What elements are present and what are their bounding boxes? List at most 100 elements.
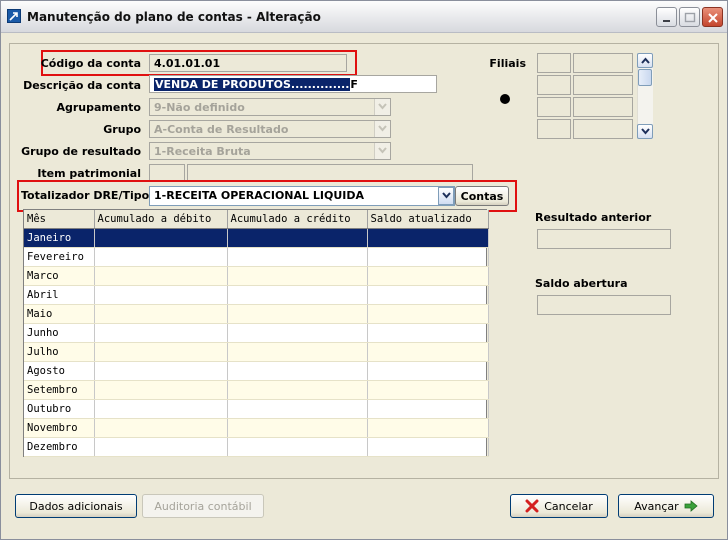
row-saldo[interactable] xyxy=(367,380,489,400)
table-row[interactable]: Agosto xyxy=(24,361,489,381)
filiais-cell[interactable] xyxy=(573,119,633,139)
codigo-field[interactable]: 4.01.01.01 xyxy=(149,54,347,72)
col-header-debito[interactable]: Acumulado a débito xyxy=(94,210,228,229)
row-credito[interactable] xyxy=(227,266,368,286)
contas-button[interactable]: Contas xyxy=(455,186,509,206)
table-row[interactable]: Julho xyxy=(24,342,489,362)
descricao-input[interactable]: VENDA DE PRODUTOS..............F xyxy=(149,75,437,93)
row-month: Julho xyxy=(24,342,95,362)
filiais-cell[interactable] xyxy=(537,53,571,73)
table-row[interactable]: Maio xyxy=(24,304,489,324)
scroll-thumb[interactable] xyxy=(638,69,652,86)
row-saldo[interactable] xyxy=(367,266,489,286)
row-saldo[interactable] xyxy=(367,228,489,248)
row-saldo[interactable] xyxy=(367,247,489,267)
row-saldo[interactable] xyxy=(367,399,489,419)
chevron-down-icon xyxy=(374,121,390,137)
avancar-button[interactable]: Avançar xyxy=(618,494,714,518)
row-debito[interactable] xyxy=(94,437,228,457)
row-debito[interactable] xyxy=(94,285,228,305)
auditoria-contabil-button[interactable]: Auditoria contábil xyxy=(142,494,264,518)
table-row[interactable]: Fevereiro xyxy=(24,247,489,267)
maximize-button[interactable] xyxy=(679,7,700,27)
row-credito[interactable] xyxy=(227,285,368,305)
row-month: Janeiro xyxy=(24,228,95,248)
descricao-selected-text: VENDA DE PRODUTOS.............. xyxy=(154,78,351,91)
filiais-cell[interactable] xyxy=(573,53,633,73)
filiais-cell[interactable] xyxy=(537,75,571,95)
totalizador-select[interactable]: 1-RECEITA OPERACIONAL LIQUIDA xyxy=(149,186,455,206)
col-header-mes[interactable]: Mês xyxy=(24,210,95,229)
filiais-cell[interactable] xyxy=(537,97,571,117)
row-debito[interactable] xyxy=(94,380,228,400)
row-credito[interactable] xyxy=(227,247,368,267)
dados-adicionais-button[interactable]: Dados adicionais xyxy=(15,494,137,518)
filiais-cell[interactable] xyxy=(573,97,633,117)
descricao-tail-text: F xyxy=(350,78,358,91)
row-saldo[interactable] xyxy=(367,437,489,457)
row-credito[interactable] xyxy=(227,342,368,362)
row-month: Fevereiro xyxy=(24,247,95,267)
status-dot-icon xyxy=(500,94,510,104)
row-debito[interactable] xyxy=(94,304,228,324)
row-month: Novembro xyxy=(24,418,95,438)
table-row[interactable]: Janeiro xyxy=(24,228,489,248)
table-row[interactable]: Dezembro xyxy=(24,437,489,457)
row-credito[interactable] xyxy=(227,380,368,400)
col-header-credito[interactable]: Acumulado a crédito xyxy=(227,210,368,229)
row-saldo[interactable] xyxy=(367,285,489,305)
scroll-down-icon[interactable] xyxy=(637,124,653,139)
row-saldo[interactable] xyxy=(367,361,489,381)
row-debito[interactable] xyxy=(94,399,228,419)
app-icon xyxy=(7,9,21,23)
cancelar-label: Cancelar xyxy=(544,499,593,513)
totalizador-label: Totalizador DRE/Tipo xyxy=(21,189,150,202)
grupo-select[interactable]: A-Conta de Resultado xyxy=(149,120,391,138)
row-month: Dezembro xyxy=(24,437,95,457)
row-debito[interactable] xyxy=(94,342,228,362)
agrupamento-value: 9-Não definido xyxy=(154,101,245,114)
row-credito[interactable] xyxy=(227,228,368,248)
monthly-grid[interactable]: Mês Acumulado a débito Acumulado a crédi… xyxy=(23,209,489,457)
table-row[interactable]: Setembro xyxy=(24,380,489,400)
close-button[interactable] xyxy=(702,7,723,27)
filiais-cell[interactable] xyxy=(573,75,633,95)
col-header-saldo[interactable]: Saldo atualizado xyxy=(367,210,489,229)
row-debito[interactable] xyxy=(94,266,228,286)
grupo-label: Grupo xyxy=(103,123,141,136)
row-credito[interactable] xyxy=(227,304,368,324)
table-row[interactable]: Outubro xyxy=(24,399,489,419)
window-title: Manutenção do plano de contas - Alteraçã… xyxy=(27,10,321,24)
filiais-cell[interactable] xyxy=(537,119,571,139)
minimize-button[interactable] xyxy=(656,7,677,27)
resultado-anterior-label: Resultado anterior xyxy=(535,211,652,224)
row-credito[interactable] xyxy=(227,361,368,381)
cancelar-button[interactable]: Cancelar xyxy=(510,494,608,518)
descricao-label: Descrição da conta xyxy=(23,79,141,92)
chevron-down-icon xyxy=(374,99,390,115)
title-bar[interactable]: Manutenção do plano de contas - Alteraçã… xyxy=(1,1,727,33)
table-row[interactable]: Marco xyxy=(24,266,489,286)
agrupamento-select[interactable]: 9-Não definido xyxy=(149,98,391,116)
row-debito[interactable] xyxy=(94,228,228,248)
row-saldo[interactable] xyxy=(367,323,489,343)
row-credito[interactable] xyxy=(227,399,368,419)
row-debito[interactable] xyxy=(94,323,228,343)
row-debito[interactable] xyxy=(94,247,228,267)
agrupamento-label: Agrupamento xyxy=(56,101,141,114)
row-saldo[interactable] xyxy=(367,342,489,362)
row-credito[interactable] xyxy=(227,418,368,438)
row-credito[interactable] xyxy=(227,437,368,457)
scroll-up-icon[interactable] xyxy=(637,53,653,68)
chevron-down-icon[interactable] xyxy=(438,187,454,205)
table-row[interactable]: Abril xyxy=(24,285,489,305)
row-saldo[interactable] xyxy=(367,418,489,438)
table-row[interactable]: Novembro xyxy=(24,418,489,438)
row-debito[interactable] xyxy=(94,361,228,381)
saldo-abertura-field xyxy=(537,295,671,315)
grupo-resultado-select[interactable]: 1-Receita Bruta xyxy=(149,142,391,160)
row-debito[interactable] xyxy=(94,418,228,438)
row-saldo[interactable] xyxy=(367,304,489,324)
row-credito[interactable] xyxy=(227,323,368,343)
table-row[interactable]: Junho xyxy=(24,323,489,343)
